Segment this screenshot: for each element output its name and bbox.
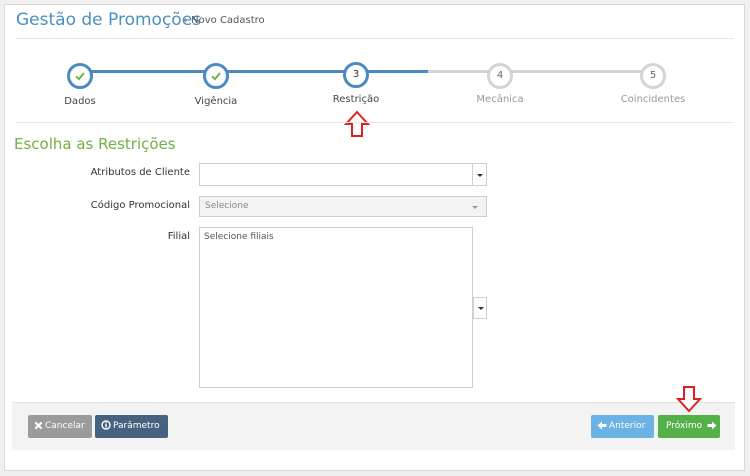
caret-down-icon <box>478 307 484 310</box>
step-label-coincidentes: Coincidentes <box>620 94 686 105</box>
cancel-button-label: Cancelar <box>45 421 85 431</box>
proximo-button-label: Próximo <box>666 421 703 431</box>
stepper-track-pending <box>428 70 658 73</box>
step-4-mecanica[interactable]: 4 <box>487 63 513 89</box>
caret-down-icon <box>472 205 478 209</box>
info-circle-icon <box>101 420 111 430</box>
arrow-up-outline-icon <box>344 110 370 137</box>
step-5-coincidentes[interactable]: 5 <box>640 63 666 89</box>
parametro-button[interactable]: Parâmetro <box>95 415 168 438</box>
filial-placeholder: Selecione filiais <box>204 232 274 242</box>
section-title: Escolha as Restrições <box>14 135 176 153</box>
step-label-vigencia: Vigência <box>194 96 238 107</box>
arrow-down-outline-icon <box>676 386 702 413</box>
arrow-left-icon <box>597 421 607 430</box>
step-label-mecanica: Mecânica <box>476 94 524 105</box>
step-label-dados: Dados <box>64 96 96 107</box>
filial-label: Filial <box>167 231 190 242</box>
proximo-button[interactable]: Próximo <box>658 415 720 438</box>
filial-multiselect[interactable]: Selecione filiais <box>199 227 473 388</box>
header-divider <box>16 38 734 39</box>
atributos-cliente-toggle[interactable] <box>472 164 486 185</box>
atributos-cliente-label: Atributos de Cliente <box>90 167 190 178</box>
page-title: Gestão de Promoções <box>16 10 202 30</box>
arrow-right-icon <box>707 421 717 430</box>
codigo-promocional-value: Selecione <box>205 201 249 211</box>
check-icon <box>75 72 85 81</box>
codigo-promocional-select[interactable]: Selecione <box>199 196 487 217</box>
stepper-track-complete <box>77 70 428 73</box>
cancel-button[interactable]: Cancelar <box>28 415 92 438</box>
codigo-promocional-label: Código Promocional <box>90 200 190 211</box>
times-icon <box>34 421 43 430</box>
breadcrumb-separator: » <box>182 15 189 26</box>
anterior-button[interactable]: Anterior <box>591 415 654 438</box>
filial-toggle[interactable] <box>473 297 487 319</box>
caret-down-icon <box>477 173 483 177</box>
check-icon <box>211 72 221 81</box>
stepper-divider <box>16 122 734 123</box>
atributos-cliente-select[interactable] <box>199 163 487 186</box>
breadcrumb-current: Novo Cadastro <box>191 15 265 26</box>
step-3-restricao[interactable]: 3 <box>343 62 369 88</box>
step-2-vigencia[interactable] <box>203 63 229 89</box>
step-1-dados[interactable] <box>67 63 93 89</box>
breadcrumb: » Novo Cadastro <box>182 15 265 26</box>
parametro-button-label: Parâmetro <box>113 421 160 431</box>
step-label-restricao: Restrição <box>332 94 380 105</box>
anterior-button-label: Anterior <box>609 421 646 431</box>
